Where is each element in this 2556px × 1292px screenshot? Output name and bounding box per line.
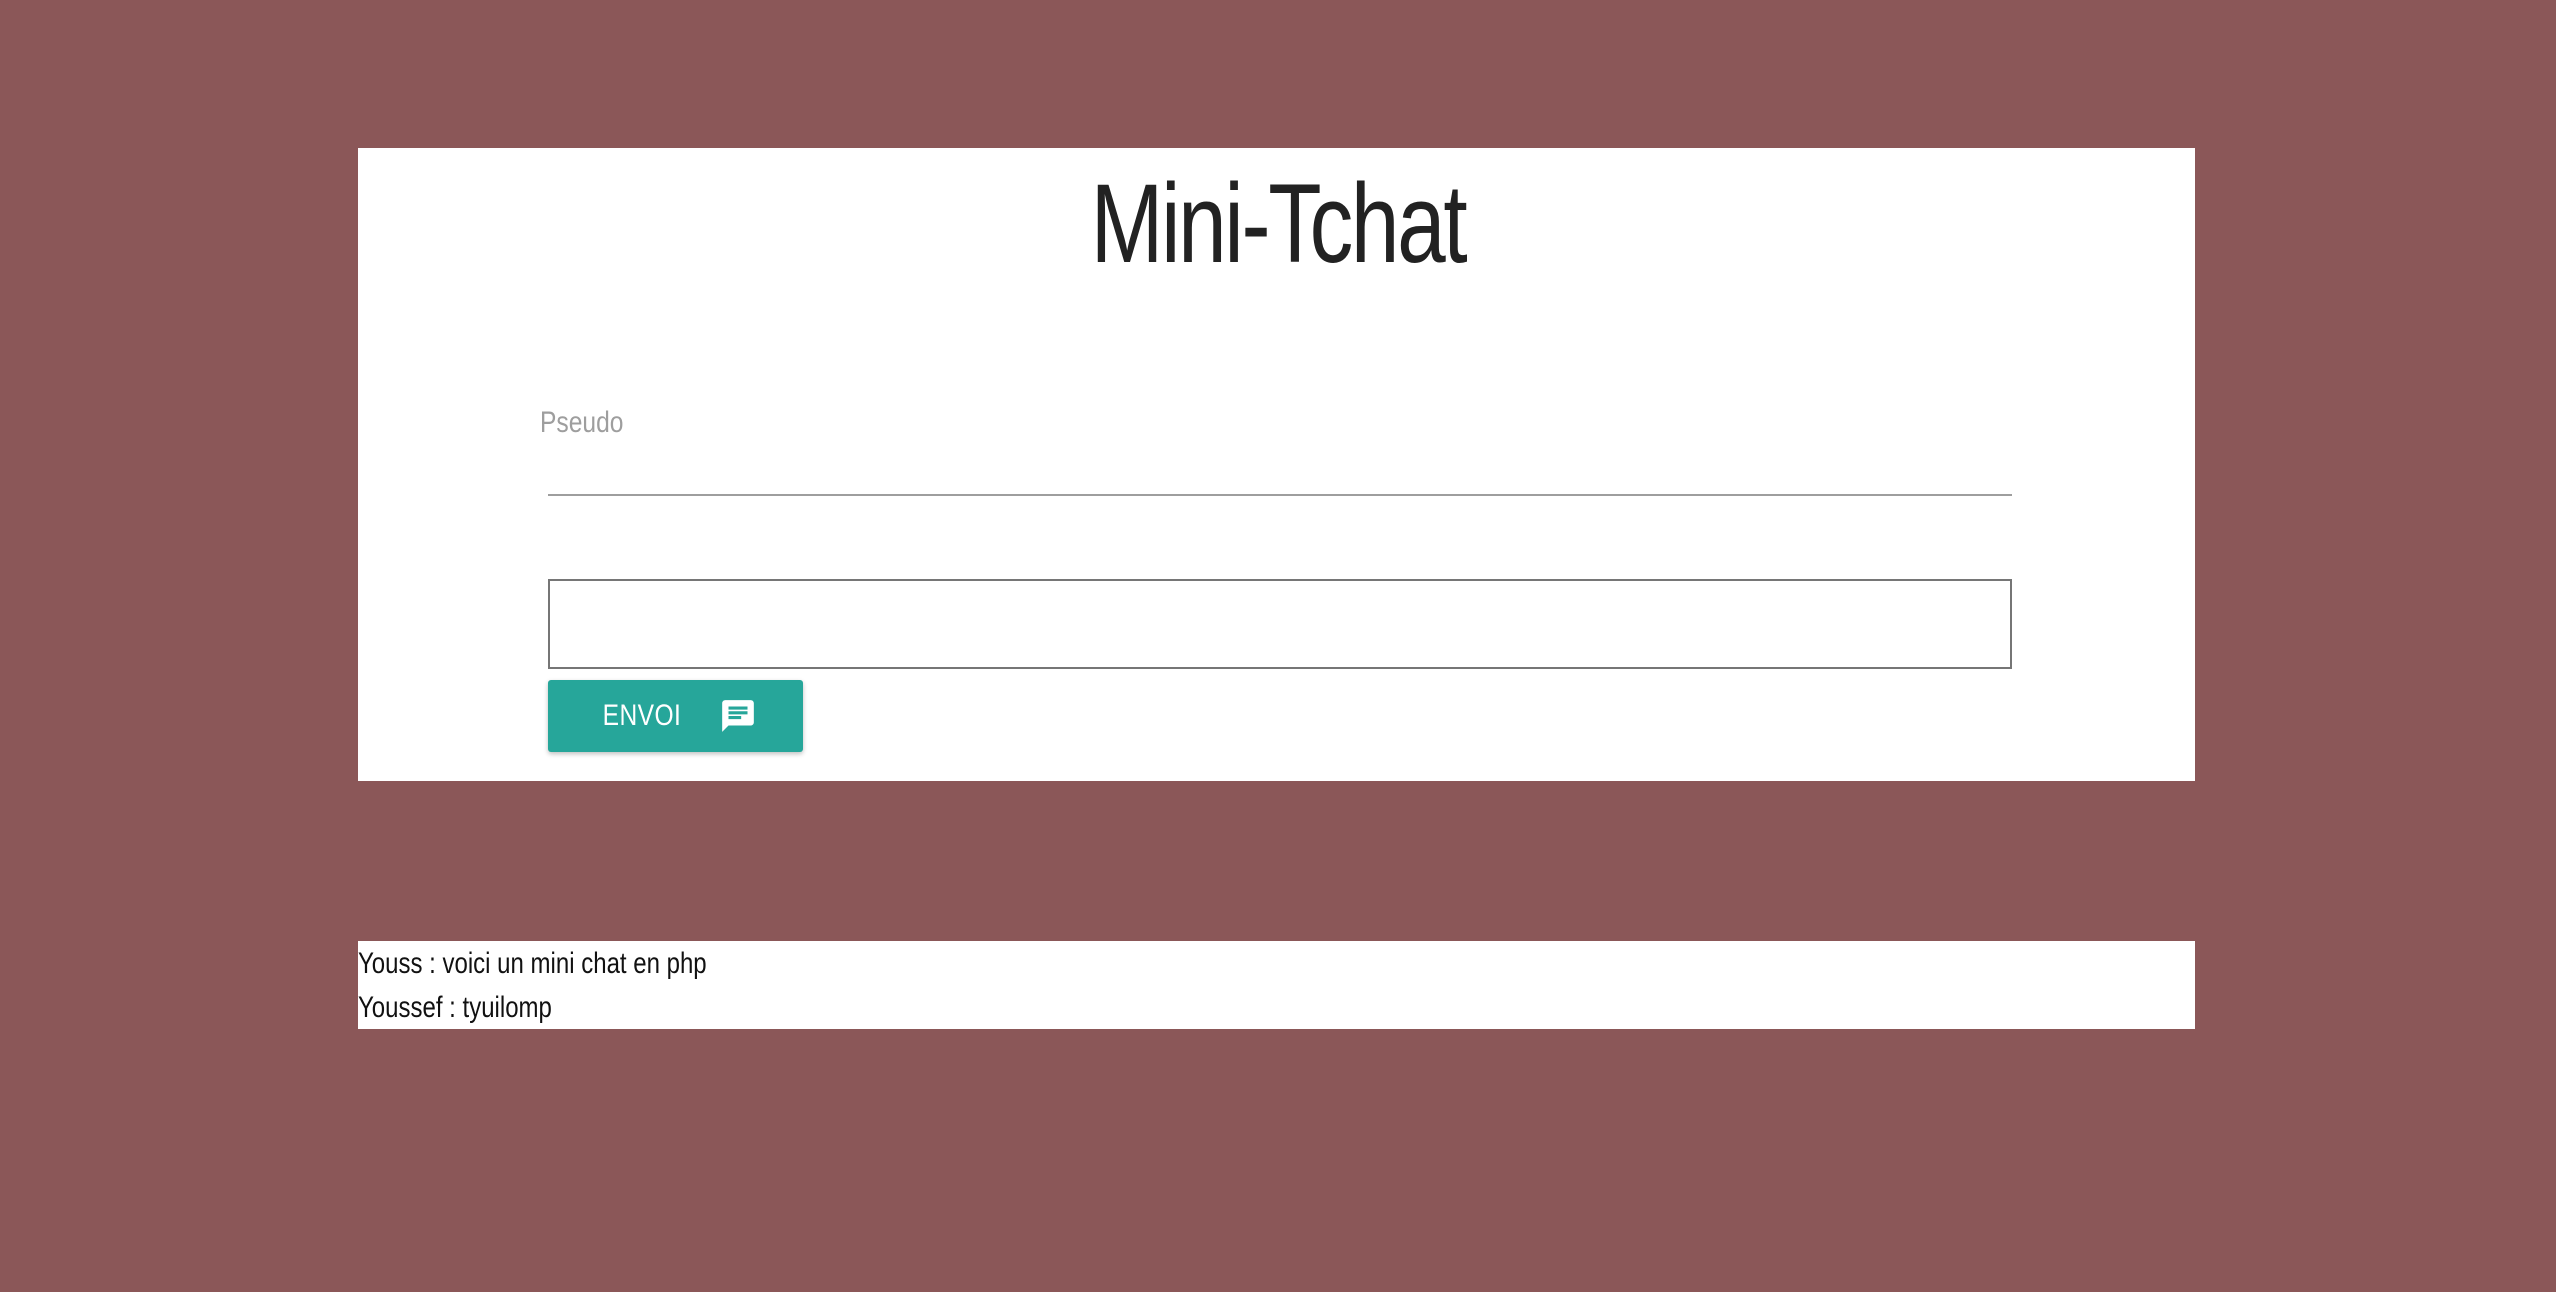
message-item: Youss : voici un mini chat en php bbox=[358, 947, 707, 980]
page-title: Mini-Tchat bbox=[1090, 161, 1468, 286]
send-button[interactable]: ENVOI bbox=[548, 680, 803, 752]
pseudo-label: Pseudo bbox=[540, 406, 624, 439]
send-button-label: ENVOI bbox=[602, 699, 681, 732]
pseudo-input[interactable] bbox=[548, 448, 2012, 496]
message-item: Youssef : tyuilomp bbox=[358, 991, 552, 1024]
messages-list: Youss : voici un mini chat en php Yousse… bbox=[358, 941, 2195, 1029]
chat-message-icon bbox=[722, 700, 755, 732]
message-textarea[interactable] bbox=[548, 579, 2012, 669]
